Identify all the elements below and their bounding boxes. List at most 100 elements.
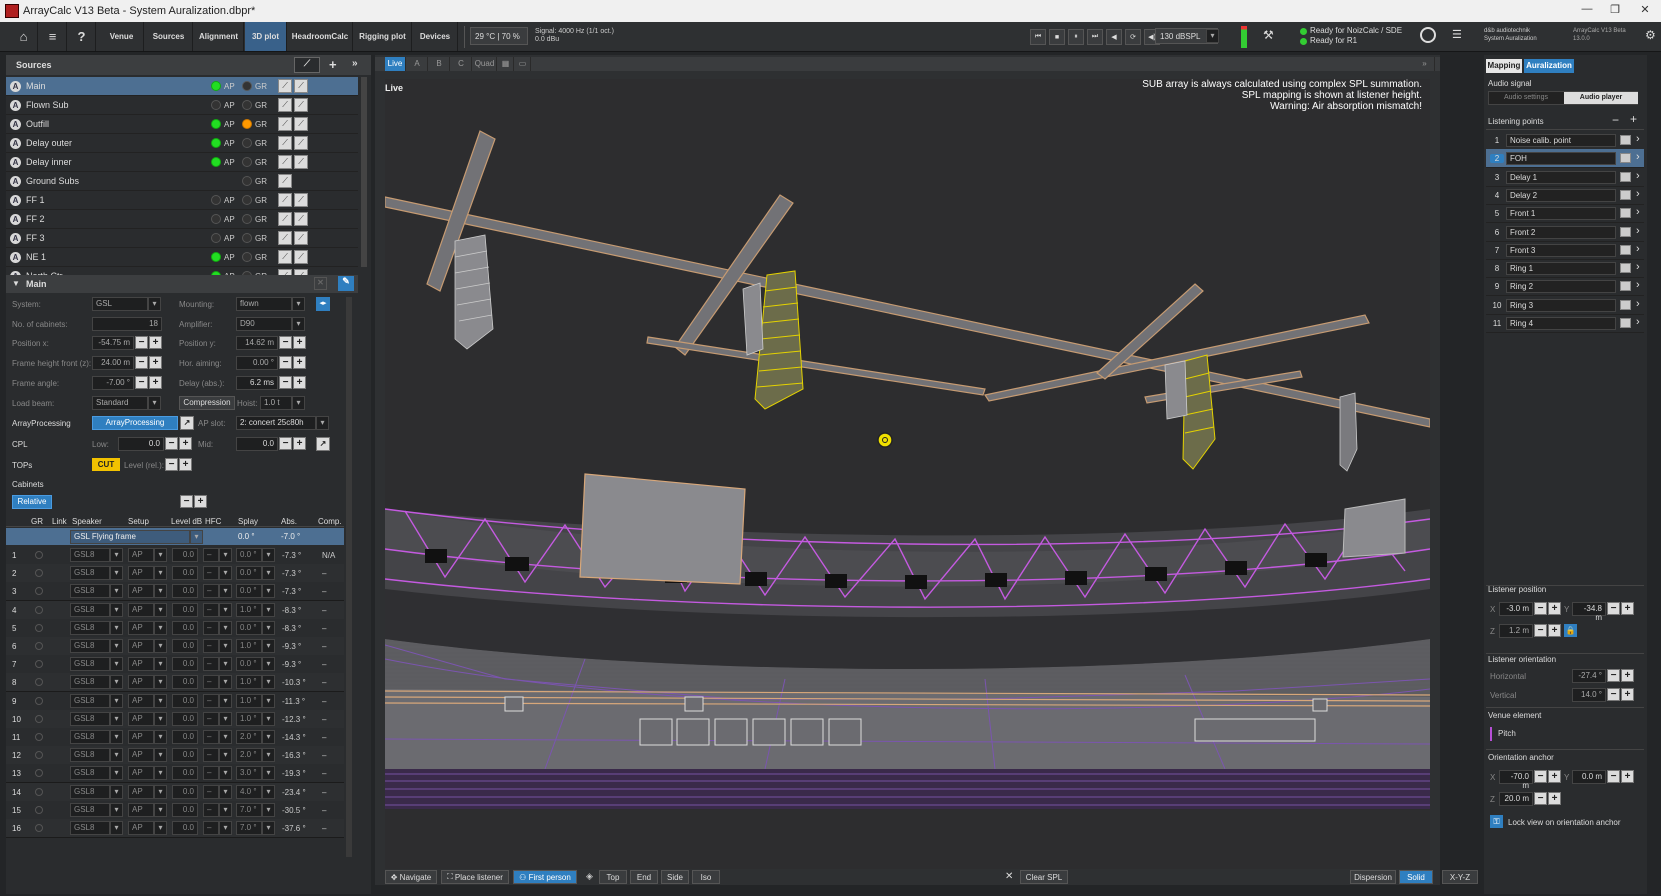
view-top-button[interactable]: Top [599, 870, 627, 884]
mute-icon[interactable]: ⟋ [294, 193, 308, 207]
tab-quad[interactable]: Quad [473, 57, 497, 71]
cpl-low-field[interactable]: 0.0 [118, 437, 164, 451]
chevron-down-icon[interactable]: ▾ [110, 657, 123, 672]
level-field[interactable]: 0.0 [172, 711, 198, 726]
chevron-down-icon[interactable]: ▾ [316, 416, 329, 430]
lock-icon[interactable]: 🔒 [1564, 624, 1577, 637]
pin-icon[interactable]: ⟋ [278, 231, 292, 245]
level-field[interactable]: 0.0 [172, 766, 198, 781]
mute-icon[interactable]: ⟋ [294, 136, 308, 150]
chat-icon[interactable]: ☰ [1452, 28, 1462, 41]
tab-sources[interactable]: Sources [145, 22, 193, 51]
splay-select[interactable]: 2.0 ° [236, 748, 262, 763]
save-icon[interactable] [1620, 244, 1631, 255]
anchor-y-plus[interactable]: + [1621, 770, 1634, 783]
level-rel-plus-button[interactable]: + [179, 458, 192, 471]
horizontal-field[interactable]: -27.4 ° [1572, 669, 1606, 683]
splay-select[interactable]: 3.0 ° [236, 766, 262, 781]
speaker-select[interactable]: GSL8 [70, 748, 110, 763]
setup-select[interactable]: AP [128, 766, 154, 781]
gr-radio[interactable] [35, 733, 43, 741]
skip-forward-icon[interactable]: ⏭ [1087, 29, 1103, 45]
first-person-button[interactable]: ⚇ First person [513, 870, 577, 884]
chevron-down-icon[interactable]: ▾ [110, 784, 123, 799]
3d-scene[interactable]: Live SUB array is always calculated usin… [385, 79, 1430, 869]
hfc-select[interactable]: – [203, 602, 219, 617]
anchor-z-plus[interactable]: + [1548, 792, 1561, 805]
frame-height-field[interactable]: 24.00 m [92, 356, 134, 370]
hor-aiming-plus-button[interactable]: + [293, 356, 306, 369]
chevron-down-icon[interactable]: ▾ [219, 766, 232, 781]
gr-radio[interactable] [35, 751, 43, 760]
chevron-down-icon[interactable]: ▾ [154, 711, 167, 726]
xyz-button[interactable]: X-Y-Z [1442, 870, 1478, 884]
tab-venue[interactable]: Venue [100, 22, 144, 51]
tab-alignment[interactable]: Alignment [194, 22, 244, 51]
pin-all-icon[interactable]: ⟋ [294, 57, 320, 73]
mute-icon[interactable]: ⟋ [294, 117, 308, 131]
chevron-down-icon[interactable]: ▾ [154, 639, 167, 653]
hfc-select[interactable]: – [203, 748, 219, 763]
cabinet-row[interactable]: 1 GSL8 ▾ AP ▾ 0.0– ▾ 0.0 ° ▾ -7.3 ° N/A [6, 546, 344, 565]
chevron-right-icon[interactable]: › [1636, 261, 1640, 273]
save-icon[interactable] [1620, 318, 1631, 328]
listening-point-row[interactable]: 2 FOH › [1486, 149, 1644, 169]
open-external-icon[interactable]: ↗ [180, 416, 194, 430]
hfc-select[interactable]: – [203, 566, 219, 581]
level-rel-minus-button[interactable]: − [165, 458, 178, 471]
chevron-right-icon[interactable]: › [1636, 298, 1640, 310]
hfc-select[interactable]: – [203, 802, 219, 817]
listener-z-field[interactable]: 1.2 m [1499, 624, 1533, 638]
listener-z-minus[interactable]: − [1534, 624, 1547, 637]
speaker-select[interactable]: GSL8 [70, 766, 110, 781]
speaker-select[interactable]: GSL8 [70, 730, 110, 744]
ap-indicator[interactable] [211, 252, 221, 262]
cut-button[interactable]: CUT [92, 458, 120, 471]
hfc-select[interactable]: – [203, 821, 219, 835]
cpl-mid-minus-button[interactable]: − [279, 437, 292, 450]
load-beam-select[interactable]: Standard [92, 396, 148, 410]
collapse-icon[interactable]: ▼ [12, 279, 20, 288]
point-name-field[interactable]: Front 3 [1506, 243, 1616, 257]
listener-x-field[interactable]: -3.0 m [1499, 602, 1533, 616]
chevron-down-icon[interactable]: ▾ [292, 297, 305, 311]
listening-point-row[interactable]: 7 Front 3 › [1486, 241, 1644, 260]
venue-element-pitch[interactable]: Pitch [1490, 727, 1644, 741]
setup-select[interactable]: AP [128, 602, 154, 617]
view-end-button[interactable]: End [630, 870, 658, 884]
save-icon[interactable] [1620, 171, 1631, 182]
pin-icon[interactable]: ⟋ [278, 212, 292, 226]
gr-radio[interactable] [35, 787, 43, 796]
skip-back-icon[interactable]: ⏮ [1030, 29, 1046, 45]
close-window-button[interactable]: ✕ [1630, 3, 1660, 19]
setup-select[interactable]: AP [128, 657, 154, 672]
frame-row[interactable]: GSL Flying frame ▾ 0.0 ° -7.0 ° [6, 528, 344, 545]
cpl-low-minus-button[interactable]: − [165, 437, 178, 450]
save-icon[interactable] [1620, 189, 1631, 200]
chevron-down-icon[interactable]: ▾ [262, 620, 275, 635]
edit-icon[interactable]: ✎ [338, 276, 354, 291]
setup-select[interactable]: AP [128, 620, 154, 635]
chevron-down-icon[interactable]: ▾ [262, 802, 275, 817]
splay-select[interactable]: 0.0 ° [236, 548, 262, 562]
chevron-down-icon[interactable]: ▾ [154, 784, 167, 799]
navigate-button[interactable]: ✥ Navigate [385, 870, 437, 884]
chevron-down-icon[interactable]: ▾ [110, 548, 123, 562]
chevron-down-icon[interactable]: ▾ [154, 766, 167, 781]
setup-select[interactable]: AP [128, 821, 154, 835]
speaker-select[interactable]: GSL8 [70, 711, 110, 726]
chevron-right-icon[interactable]: › [1636, 316, 1640, 328]
point-name-field[interactable]: Front 2 [1506, 225, 1616, 239]
tab-rigging-plot[interactable]: Rigging plot [354, 22, 412, 51]
chevron-right-icon[interactable]: › [1636, 133, 1640, 145]
temperature-humidity[interactable]: 29 °C | 70 % [470, 27, 528, 45]
level-field[interactable]: 0.0 [172, 693, 198, 708]
save-icon[interactable] [1620, 153, 1631, 164]
view-side-button[interactable]: Side [661, 870, 689, 884]
chevron-down-icon[interactable]: ▾ [154, 620, 167, 635]
cpl-mid-plus-button[interactable]: + [293, 437, 306, 450]
mute-icon[interactable]: ⟋ [294, 79, 308, 93]
setup-select[interactable]: AP [128, 675, 154, 690]
listening-point-row[interactable]: 6 Front 2 › [1486, 223, 1644, 242]
ap-indicator[interactable] [211, 157, 221, 167]
